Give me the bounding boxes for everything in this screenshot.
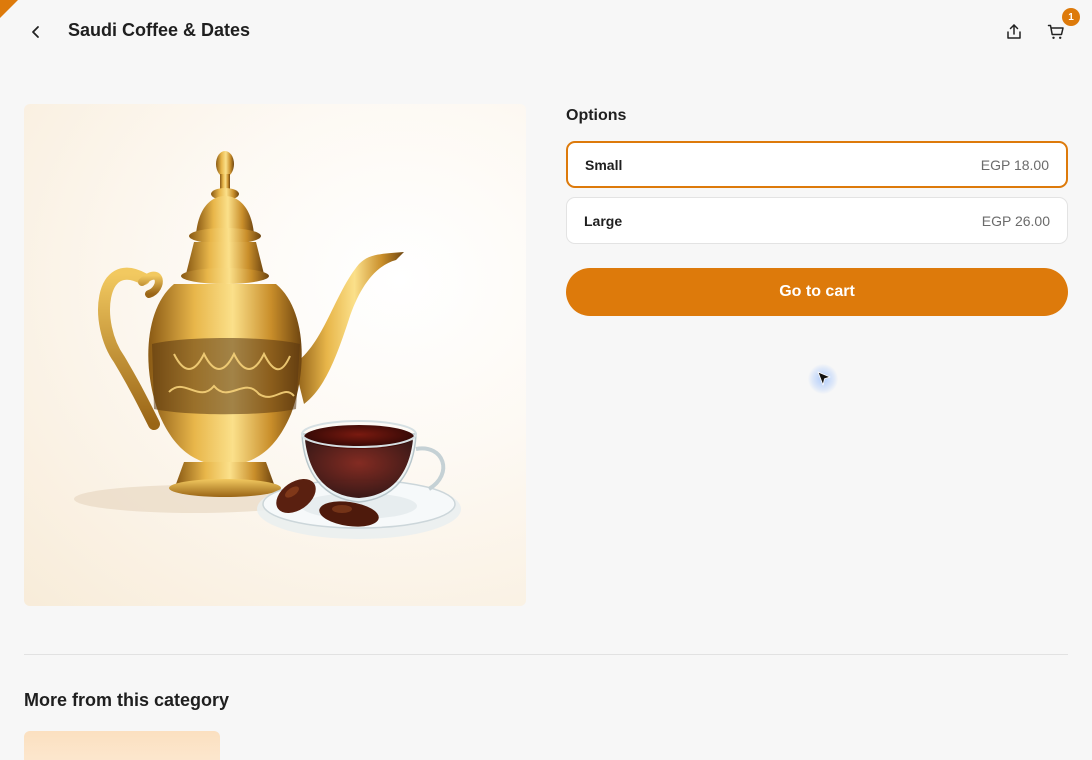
product-image [24, 104, 526, 606]
options-title: Options [566, 107, 627, 124]
go-to-cart-button[interactable]: Go to cart [566, 268, 1068, 316]
share-button[interactable] [1001, 19, 1027, 45]
more-from-category-title: More from this category [24, 690, 230, 710]
chevron-left-icon [32, 26, 39, 38]
cart-count-badge: 1 [1062, 8, 1080, 26]
option-small[interactable]: Small EGP 18.00 [566, 141, 1068, 188]
page-title: Saudi Coffee & Dates [68, 20, 251, 40]
related-product-card[interactable] [24, 731, 220, 760]
top-bar: Saudi Coffee & Dates 1 [0, 0, 1092, 64]
coffee-pot-illustration [74, 151, 461, 539]
option-label: Large [584, 212, 623, 229]
option-price: EGP 26.00 [981, 212, 1050, 229]
cart-icon [1047, 24, 1064, 39]
back-button[interactable] [22, 18, 50, 46]
option-price: EGP 18.00 [980, 156, 1049, 173]
share-icon [1007, 24, 1021, 39]
option-label: Small [585, 156, 623, 173]
mouse-cursor [808, 364, 838, 394]
section-divider [24, 654, 1068, 655]
cursor-arrow-icon [817, 371, 831, 386]
option-large[interactable]: Large EGP 26.00 [566, 197, 1068, 244]
